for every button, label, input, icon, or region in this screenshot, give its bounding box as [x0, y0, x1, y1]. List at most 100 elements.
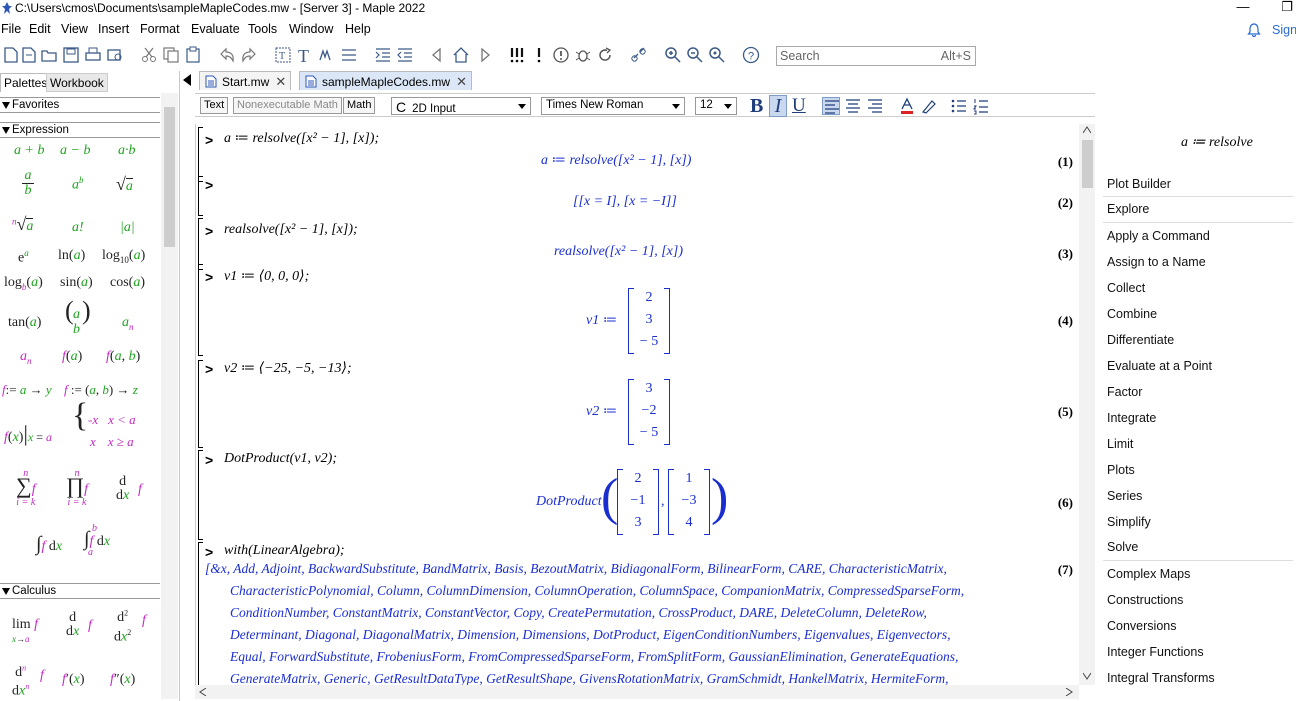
zoom-in-icon[interactable] [664, 46, 682, 64]
new-document-icon[interactable] [2, 46, 20, 64]
undo-icon[interactable] [218, 46, 236, 64]
bold-button[interactable]: B [750, 95, 763, 118]
search-input[interactable]: Search Alt+S [776, 46, 976, 66]
context-solve[interactable]: Solve [1107, 540, 1138, 554]
palette-prime-template[interactable]: f′(x) [62, 672, 85, 688]
print-preview-icon[interactable] [106, 46, 124, 64]
outdent-icon[interactable] [396, 46, 414, 64]
input-line-1[interactable]: a ≔ relsolve([x² − 1], [x]); [224, 130, 379, 147]
palette-piecewise-template[interactable]: {-x x < axx ≥ a [72, 399, 136, 453]
palette-eval-at-template[interactable]: f(x)|x = a [4, 421, 52, 447]
context-integral-transforms[interactable]: Integral Transforms [1107, 671, 1215, 685]
text-mode-icon[interactable]: T [296, 46, 314, 66]
context-explore[interactable]: Explore [1107, 202, 1149, 216]
context-factor[interactable]: Factor [1107, 385, 1142, 399]
palettes-scrollbar[interactable] [161, 93, 178, 699]
execution-group-bracket[interactable] [198, 127, 203, 182]
palette-definite-integral-template[interactable]: b ∫f dx a [84, 523, 110, 558]
tab-start-mw[interactable]: Start.mw ✕ [199, 71, 292, 90]
palette-sum-notation-template[interactable]: n ∑f i = k [16, 467, 36, 509]
palette-binomial-template[interactable]: (a b) [65, 298, 91, 338]
menu-edit[interactable]: Edit [29, 22, 51, 36]
input-mode-select[interactable]: C 2D Input [391, 97, 531, 115]
scroll-down-icon[interactable] [1083, 672, 1091, 680]
tab-workbook[interactable]: Workbook [46, 73, 108, 92]
palette-limit-template[interactable]: lim f x→a [12, 618, 38, 646]
menu-help[interactable]: Help [345, 22, 371, 36]
context-differentiate[interactable]: Differentiate [1107, 333, 1174, 347]
palette-factorial-template[interactable]: a! [72, 220, 84, 236]
font-size-select[interactable]: 12 [695, 97, 737, 115]
context-simplify[interactable]: Simplify [1107, 515, 1151, 529]
context-complex-maps[interactable]: Complex Maps [1107, 567, 1190, 581]
worksheet-vertical-scrollbar[interactable] [1079, 124, 1095, 685]
context-limit[interactable]: Limit [1107, 437, 1133, 451]
print-icon[interactable] [84, 46, 102, 64]
context-integrate[interactable]: Integrate [1107, 411, 1156, 425]
nonexecutable-math-button[interactable]: Nonexecutable Math [233, 97, 342, 114]
zoom-fit-icon[interactable] [708, 46, 726, 64]
minimize-button[interactable]: — [1228, 0, 1258, 16]
italic-button[interactable]: I [769, 95, 787, 117]
palette-abs-template[interactable]: |a| [120, 220, 135, 236]
palette-indefinite-integral-template[interactable]: ∫f dx [36, 533, 62, 556]
link-icon[interactable] [630, 46, 648, 64]
close-tab-icon[interactable]: ✕ [456, 74, 467, 90]
palette-logb-template[interactable]: logb(a) [4, 275, 43, 292]
cut-icon[interactable] [140, 46, 158, 64]
restore-button[interactable]: ❐ [1272, 0, 1296, 16]
scroll-up-icon[interactable] [1083, 126, 1091, 134]
open-icon[interactable] [40, 46, 58, 64]
menu-tools[interactable]: Tools [248, 22, 277, 36]
back-icon[interactable] [430, 46, 448, 64]
palette-double-prime-template[interactable]: f″(x) [110, 672, 135, 688]
palette-second-derivative-template[interactable]: d2 dx2 f [114, 605, 146, 644]
save-icon[interactable] [62, 46, 80, 64]
context-plots[interactable]: Plots [1107, 463, 1135, 477]
scroll-left-icon[interactable] [199, 688, 207, 696]
tab-palettes[interactable]: Palettes [0, 73, 52, 92]
input-line-6[interactable]: DotProduct(v1, v2); [224, 451, 337, 467]
context-series[interactable]: Series [1107, 489, 1142, 503]
palette-arrow-function-template[interactable]: f:= a → y [2, 382, 52, 398]
menu-insert[interactable]: Insert [98, 22, 129, 36]
palette-fraction-template[interactable]: ab [22, 169, 34, 198]
palette-favorites-header[interactable]: Favorites [0, 97, 160, 113]
menu-format[interactable]: Format [140, 22, 180, 36]
context-constructions[interactable]: Constructions [1107, 593, 1183, 607]
palette-difference-template[interactable]: a − b [60, 143, 90, 159]
forward-icon[interactable] [474, 46, 492, 64]
font-family-select[interactable]: Times New Roman [541, 97, 685, 115]
execution-group-bracket[interactable] [198, 360, 203, 448]
context-collect[interactable]: Collect [1107, 281, 1145, 295]
help-icon[interactable]: ? [742, 46, 760, 64]
worksheet-horizontal-scrollbar[interactable] [195, 685, 1079, 699]
align-left-icon[interactable] [822, 97, 840, 115]
menu-window[interactable]: Window [289, 22, 333, 36]
execution-group-icon[interactable] [340, 46, 358, 64]
palette-function-template[interactable]: f(a) [62, 349, 82, 365]
input-line-3[interactable]: realsolve([x² − 1], [x]); [224, 222, 358, 238]
palette-tan-template[interactable]: tan(a) [8, 315, 41, 331]
palette-indexed-template[interactable]: an [20, 349, 32, 366]
palette-derivative-calc-template[interactable]: d dx f [66, 611, 92, 639]
palette-ln-template[interactable]: ln(a) [58, 248, 85, 264]
execution-group-bracket[interactable] [198, 450, 203, 540]
input-line-7[interactable]: with(LinearAlgebra); [224, 543, 345, 559]
sign-in-link[interactable]: Sign [1272, 23, 1296, 37]
scroll-right-icon[interactable] [1065, 688, 1073, 696]
close-tab-icon[interactable]: ✕ [275, 74, 286, 90]
execute-selection-icon[interactable] [530, 46, 548, 64]
indent-icon[interactable] [374, 46, 392, 64]
context-combine[interactable]: Combine [1107, 307, 1157, 321]
palette-derivative-template[interactable]: d dx f [116, 475, 142, 503]
zoom-out-icon[interactable] [686, 46, 704, 64]
debug-icon[interactable] [574, 46, 592, 64]
text-mode-button[interactable]: Text [200, 97, 229, 114]
new-worksheet-icon[interactable] [20, 46, 38, 64]
context-apply-command[interactable]: Apply a Command [1107, 229, 1210, 243]
palette-product-template[interactable]: a·b [118, 143, 136, 159]
highlight-icon[interactable] [920, 97, 938, 115]
palette-subscript-template[interactable]: an [122, 315, 134, 332]
input-line-5[interactable]: v2 ≔ ⟨−25, −5, −13⟩; [224, 360, 352, 377]
